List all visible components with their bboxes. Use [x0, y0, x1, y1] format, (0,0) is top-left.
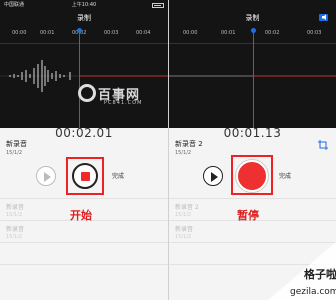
screenshot-stage: 中国联通 上午10:40 录制 00:00 00:01 00:02 00:03 … [0, 0, 336, 300]
play-icon [44, 172, 51, 182]
recording-timer: 00:01.13 [223, 126, 282, 140]
list-item-date: 15/1/2 [6, 234, 23, 240]
watermark: 百事网 PC841.COM [78, 82, 158, 112]
playhead[interactable] [251, 28, 256, 128]
recording-name: 新录音 2 [175, 140, 203, 148]
list-item-date: 15/1/2 [175, 234, 192, 240]
time-ruler: 00:00 00:01 00:02 00:03 00:04 [0, 28, 168, 40]
site-logo-badge: 格子啦 gezila.com [268, 242, 336, 300]
list-item[interactable]: 新录音 15/1/2 [0, 220, 168, 242]
list-item-title: 新录音 [175, 226, 194, 233]
list-item-title: 新录音 [6, 204, 25, 211]
highlight-frame [231, 155, 273, 195]
play-icon [211, 172, 218, 182]
ruler-label: 00:03 [307, 30, 322, 36]
nav-title: 录制 [77, 14, 91, 22]
list-item[interactable]: 新录音 15/1/2 [169, 220, 336, 242]
stop-record-button[interactable] [72, 163, 98, 189]
status-time: 上午10:40 [71, 2, 97, 8]
ruler-label: 00:02 [265, 30, 280, 36]
list-item-title: 新录音 [6, 226, 25, 233]
done-button[interactable]: 完成 [279, 171, 291, 180]
trim-icon[interactable] [318, 140, 328, 150]
ruler-label: 00:04 [136, 30, 151, 36]
site-url: gezila.com [290, 287, 336, 297]
waveform-area: 录制 00:00 00:01 00:02 00:03 [169, 0, 336, 128]
ruler-label: 00:00 [12, 30, 27, 36]
speaker-icon[interactable] [318, 12, 330, 22]
list-item [0, 264, 168, 286]
list-item-date: 15/1/2 [175, 212, 192, 218]
list-item-title: 新录音 2 [175, 204, 199, 211]
recording-date: 15/1/2 [175, 150, 192, 156]
site-logo-text: 格子啦 [304, 267, 336, 281]
recording-name: 新录音 [6, 140, 27, 148]
stop-icon [81, 172, 90, 181]
recording-date: 15/1/2 [6, 150, 23, 156]
ruler-label: 00:01 [40, 30, 55, 36]
list-item [0, 242, 168, 264]
ruler-ticks [0, 40, 168, 44]
ruler-label: 00:01 [221, 30, 236, 36]
caption-start: 开始 [70, 209, 92, 222]
nav-title: 录制 [245, 14, 260, 22]
watermark-logo-icon [78, 84, 96, 102]
highlight-frame [66, 157, 104, 195]
ruler-label: 00:00 [183, 30, 198, 36]
caption-pause: 暂停 [237, 209, 259, 222]
play-button[interactable] [203, 166, 223, 186]
left-screen: 中国联通 上午10:40 录制 00:00 00:01 00:02 00:03 … [0, 0, 168, 300]
recording-timer: 00:02.01 [55, 126, 113, 140]
done-button[interactable]: 完成 [112, 171, 124, 180]
status-bar: 中国联通 上午10:40 [0, 0, 168, 10]
play-button[interactable] [36, 166, 56, 186]
record-button[interactable] [236, 160, 268, 192]
battery-icon [152, 3, 164, 8]
list-item-date: 15/1/2 [6, 212, 23, 218]
watermark-subtext: PC841.COM [104, 100, 143, 106]
ruler-label: 00:03 [104, 30, 119, 36]
playhead[interactable] [77, 28, 82, 128]
